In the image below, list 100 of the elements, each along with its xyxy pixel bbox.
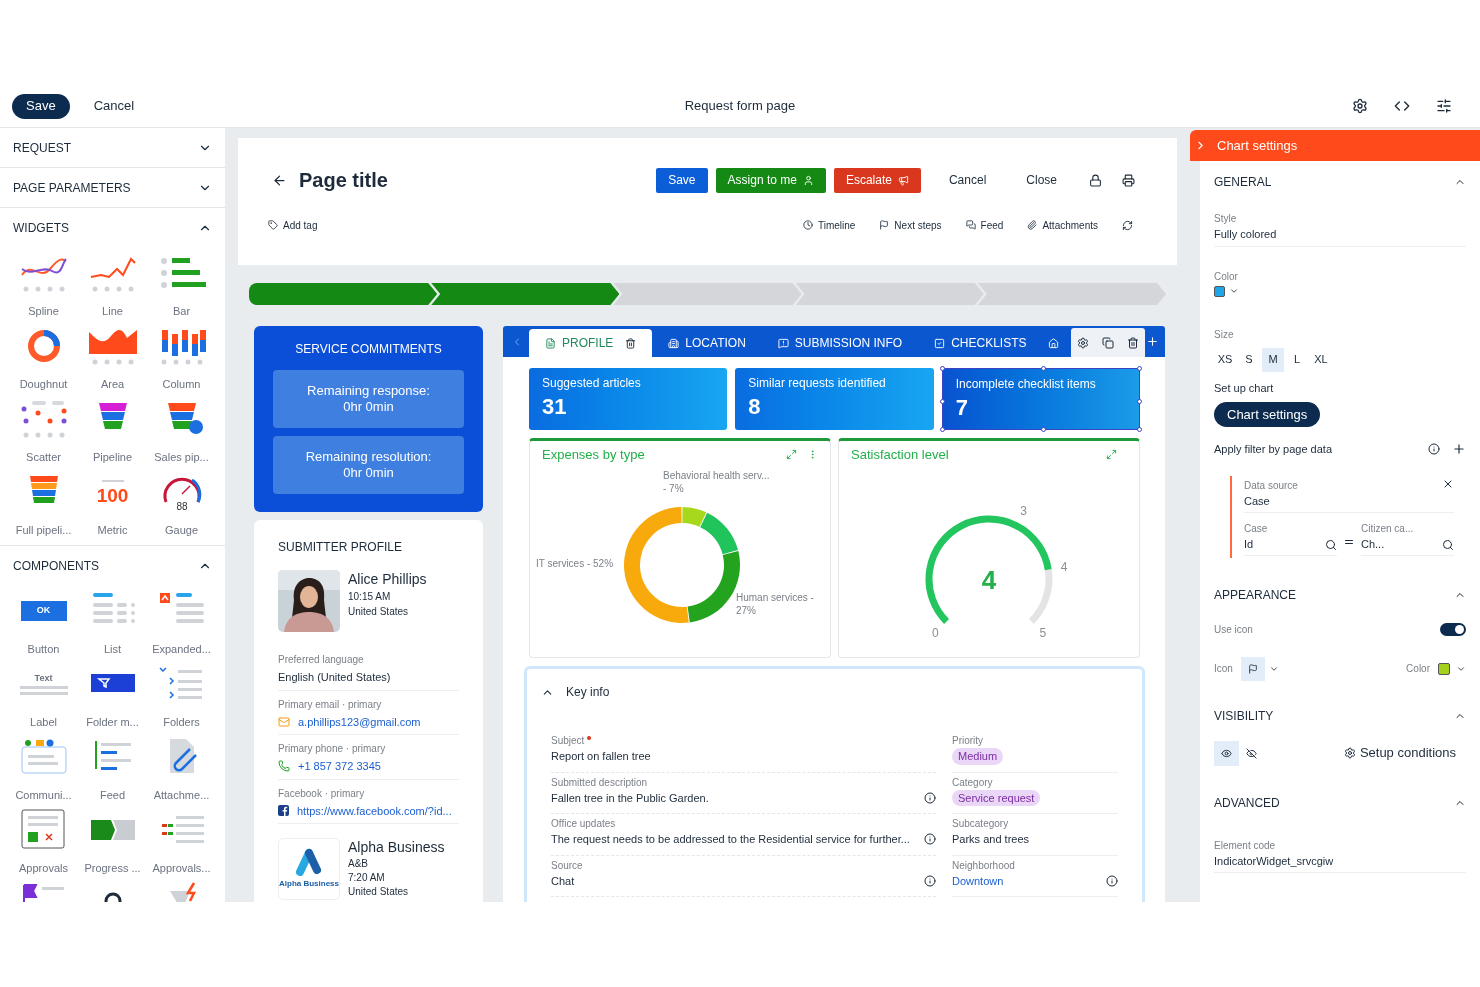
metric-tile[interactable]: Suggested articles 31 <box>529 368 728 430</box>
chart-title: Expenses by type <box>542 446 645 464</box>
section-header[interactable]: WIDGETS <box>0 208 225 247</box>
size-option[interactable]: XL <box>1310 347 1332 372</box>
gauge-tick: 5 <box>1039 625 1047 640</box>
action-button[interactable]: Assign to me <box>715 167 826 193</box>
field-label: Preferred language <box>278 653 365 667</box>
section-title: WIDGETS <box>13 219 69 237</box>
section-header[interactable]: REQUEST <box>0 128 225 167</box>
field-label: Color <box>1214 269 1239 284</box>
action-button[interactable]: Escalate <box>833 167 921 193</box>
card-title: SUBMITTER PROFILE <box>278 539 403 556</box>
size-option[interactable]: M <box>1262 347 1284 372</box>
contact-link[interactable]: a.phillips123@gmail.com <box>298 713 421 730</box>
widget-item[interactable]: Pipeline <box>78 393 147 466</box>
size-option[interactable]: L <box>1286 347 1308 372</box>
tab[interactable]: PROFILE <box>529 329 653 357</box>
widget-item[interactable]: Area <box>78 320 147 393</box>
field-value: Fully colored <box>1214 227 1278 242</box>
widget-item[interactable]: Spline <box>9 247 78 320</box>
metric-tile[interactable]: Incomplete checklist items 7 <box>941 368 1140 430</box>
person-name: Alice Phillips <box>348 570 427 589</box>
section-title: ADVANCED <box>1214 794 1280 812</box>
size-option[interactable]: S <box>1238 347 1260 372</box>
section-header[interactable]: VISIBILITY <box>1214 700 1466 731</box>
metric-value: 7 <box>955 394 969 422</box>
chart-settings-button[interactable]: Chart settings <box>1214 402 1321 427</box>
section-title: COMPONENTS <box>13 557 99 575</box>
widget-item[interactable]: Scatter <box>9 393 78 466</box>
company-short-name: A&B <box>348 857 369 871</box>
status-badge: Medium <box>952 748 1004 765</box>
field-label: Set up chart <box>1214 380 1275 396</box>
widget-item[interactable]: Approvals <box>9 804 78 877</box>
widget-item[interactable]: Communi... <box>9 731 78 804</box>
metric-value: 8 <box>748 393 762 421</box>
field-label: Subject <box>551 733 936 748</box>
field-label: Office updates <box>551 817 617 831</box>
section-header[interactable]: APPEARANCE <box>1214 579 1466 610</box>
countdown-tile: Remaining response: 0hr 0min <box>273 370 464 428</box>
slice-label: Behavioral health serv... - 7% <box>663 469 771 495</box>
field-label: Primary email · primary <box>278 697 383 712</box>
tab[interactable]: CHECKLISTS <box>918 329 1043 357</box>
metric-tile[interactable]: Similar requests identified 8 <box>735 368 934 430</box>
status-badge: Service request <box>952 789 1041 806</box>
widget-item[interactable]: Doughnut <box>9 320 78 393</box>
widget-item[interactable]: Line <box>78 247 147 320</box>
add-tag-link[interactable]: Add tag <box>268 217 318 233</box>
metric-label: Incomplete checklist items <box>955 376 1097 393</box>
widget-item[interactable]: Full pipeli... <box>9 466 78 539</box>
tab[interactable]: SUBMISSION INFO <box>761 329 919 357</box>
widget-item[interactable]: 88 Gauge <box>147 466 216 539</box>
chart-title: Satisfaction level <box>851 446 949 464</box>
widget-item[interactable]: Progress ... <box>78 804 147 877</box>
widget-item[interactable]: Feed <box>78 731 147 804</box>
widget-item[interactable]: Attachme... <box>147 731 216 804</box>
section-header[interactable]: COMPONENTS <box>0 546 225 585</box>
section-header[interactable]: GENERAL <box>1214 167 1466 197</box>
field-value: IndicatorWidget_srvcgiw <box>1214 853 1335 869</box>
save-button[interactable]: Save <box>12 93 70 119</box>
contact-link[interactable]: +1 857 372 3345 <box>298 758 381 775</box>
toolbar-link[interactable]: Feed <box>965 217 1004 233</box>
field-value: Report on fallen tree <box>551 749 651 764</box>
cancel-button[interactable]: Cancel <box>93 96 135 116</box>
field-value: English (United States) <box>278 670 391 685</box>
field-value: Chat <box>551 873 575 889</box>
contact-link[interactable]: https://www.facebook.com/?id... <box>297 802 452 819</box>
page-title: Page title <box>299 168 388 193</box>
field-label: Size <box>1214 327 1235 342</box>
field-link[interactable]: Downtown <box>952 872 1004 889</box>
toolbar-link[interactable]: Attachments <box>1027 217 1098 233</box>
metric-label: Similar requests identified <box>748 375 887 392</box>
section-title: PAGE PARAMETERS <box>13 179 131 197</box>
field-label: Element code <box>1214 838 1277 853</box>
company-name: Alpha Business <box>348 838 445 857</box>
text-button[interactable]: Close <box>1014 167 1069 193</box>
section-header[interactable]: ADVANCED <box>1214 787 1466 818</box>
widget-item[interactable]: Folder m... <box>78 658 147 731</box>
text-button[interactable]: Cancel <box>936 167 999 193</box>
widget-item[interactable]: OK Button <box>9 585 78 658</box>
action-button[interactable]: Save <box>656 167 708 193</box>
widget-item[interactable]: Folders <box>147 658 216 731</box>
setup-conditions-button[interactable]: Setup conditions <box>1343 743 1456 763</box>
tab[interactable]: LOCATION <box>652 329 762 357</box>
widget-item[interactable]: Text Label <box>9 658 78 731</box>
toolbar-link[interactable]: Timeline <box>802 217 856 233</box>
field-label: Neighborhood <box>952 858 1016 873</box>
card-title: SERVICE COMMITMENTS <box>295 341 442 358</box>
section-header[interactable]: PAGE PARAMETERS <box>0 168 225 207</box>
widget-item[interactable]: 100 Metric <box>78 466 147 539</box>
widget-item[interactable]: Expanded... <box>147 585 216 658</box>
widget-item[interactable]: Bar <box>147 247 216 320</box>
widget-item[interactable]: Sales pip... <box>147 393 216 466</box>
panel-header[interactable]: Chart settings <box>1190 130 1480 161</box>
section-title: APPEARANCE <box>1214 586 1297 604</box>
size-option[interactable]: XS <box>1214 347 1236 372</box>
widget-item[interactable]: Column <box>147 320 216 393</box>
field-label: Apply filter by page data <box>1214 442 1334 457</box>
toolbar-link[interactable]: Next steps <box>879 217 942 233</box>
widget-item[interactable]: Approvals... <box>147 804 216 877</box>
widget-item[interactable]: List <box>78 585 147 658</box>
